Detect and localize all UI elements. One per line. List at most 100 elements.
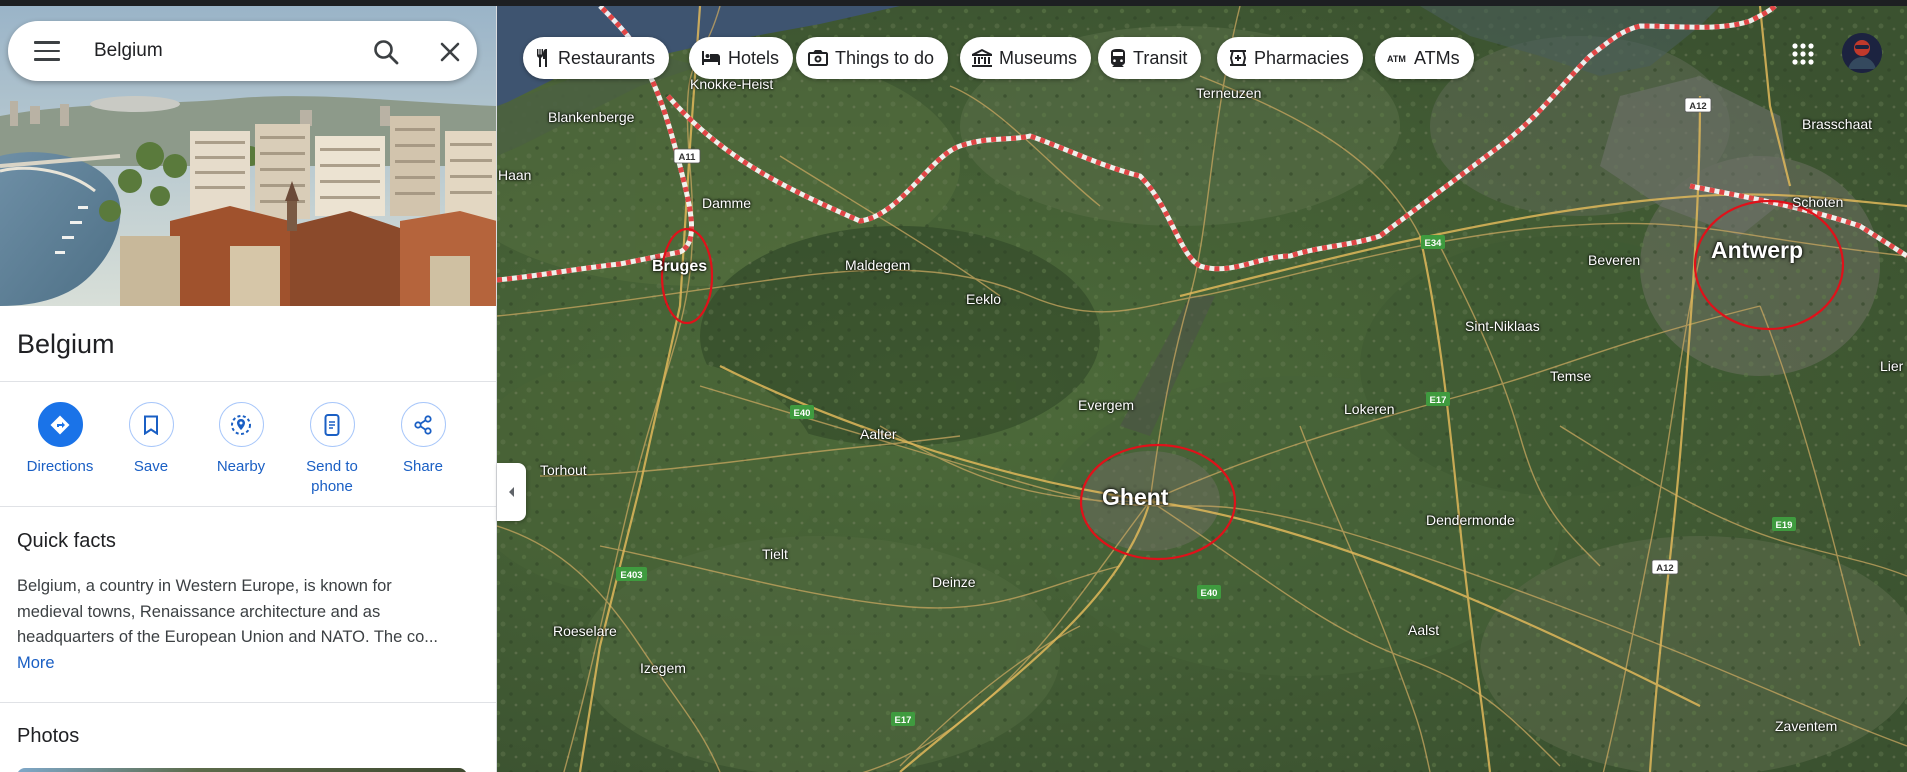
town-label[interactable]: Aalst: [1408, 622, 1439, 638]
chip-pharmacies[interactable]: Pharmacies: [1217, 37, 1364, 79]
chip-things-to-do[interactable]: Things to do: [796, 37, 949, 79]
photos-heading: Photos: [17, 725, 80, 747]
share-button[interactable]: Share: [377, 402, 469, 477]
svg-text:E17: E17: [895, 715, 912, 726]
town-label[interactable]: Blankenberge: [548, 109, 634, 125]
apps-grid-icon[interactable]: [1788, 39, 1818, 69]
chevron-left-icon: [508, 487, 514, 497]
nearby-button[interactable]: Nearby: [195, 402, 287, 477]
quick-facts-text: Belgium, a country in Western Europe, is…: [17, 574, 457, 676]
maps-app: A11 A12 E34 E40 E17 E19 E403 A12 E40 E17…: [0, 0, 1907, 772]
svg-text:E19: E19: [1776, 520, 1793, 531]
pharmacy-icon: [1230, 50, 1246, 66]
svg-text:E40: E40: [1201, 588, 1218, 599]
divider: [0, 381, 496, 382]
town-label[interactable]: Deinze: [932, 574, 976, 590]
action-label: Share: [402, 458, 444, 475]
place-title: Belgium: [17, 329, 115, 359]
send-to-phone-button[interactable]: Send to phone: [286, 402, 378, 497]
shield-e403: E403: [616, 567, 647, 581]
search-input[interactable]: Belgium: [94, 40, 163, 62]
save-button[interactable]: Save: [105, 402, 197, 477]
action-buttons: Directions Save Nearby Send to phone Sha…: [0, 402, 496, 512]
atm-icon: ATM: [1387, 54, 1406, 63]
town-label[interactable]: Damme: [702, 195, 751, 211]
town-label[interactable]: Eeklo: [966, 291, 1001, 307]
town-label[interactable]: Brasschaat: [1802, 116, 1872, 132]
town-label[interactable]: Aalter: [860, 426, 897, 442]
town-label[interactable]: Torhout: [540, 462, 587, 478]
town-label[interactable]: Roeselare: [553, 623, 617, 639]
directions-button[interactable]: Directions: [14, 402, 106, 477]
museum-icon: [972, 49, 992, 67]
city-label-bruges[interactable]: Bruges: [652, 258, 707, 276]
town-label[interactable]: Temse: [1550, 368, 1591, 384]
action-label: Nearby: [216, 458, 266, 475]
town-label[interactable]: Terneuzen: [1196, 85, 1261, 101]
shield-e19: E19: [1772, 517, 1796, 531]
photo-thumbnail[interactable]: [17, 768, 467, 772]
chip-label: Transit: [1133, 47, 1188, 68]
collapse-panel-button[interactable]: [497, 463, 526, 521]
chip-label: Museums: [999, 47, 1078, 68]
shield-a11: A11: [673, 148, 701, 164]
svg-text:E34: E34: [1425, 238, 1443, 249]
directions-icon: [37, 402, 83, 447]
town-label[interactable]: Schoten: [1792, 194, 1843, 210]
city-label-antwerp[interactable]: Antwerp: [1711, 237, 1803, 264]
town-label[interactable]: Beveren: [1588, 252, 1640, 268]
side-panel: Belgium Belgium Directions Save Nearby S…: [0, 6, 497, 772]
chip-hotels[interactable]: Hotels: [689, 37, 794, 79]
chip-label: Hotels: [728, 47, 780, 68]
search-icon[interactable]: [372, 38, 400, 66]
action-label: Send to phone: [306, 458, 358, 495]
search-box[interactable]: Belgium: [8, 21, 477, 81]
quick-facts-body: Belgium, a country in Western Europe, is…: [17, 577, 439, 646]
divider: [0, 702, 496, 703]
shield-e34: E34: [1421, 235, 1445, 249]
divider: [0, 506, 496, 507]
svg-text:A11: A11: [679, 152, 697, 163]
town-label[interactable]: Izegem: [640, 660, 686, 676]
town-label[interactable]: Zaventem: [1775, 718, 1837, 734]
shield-e17-b: E17: [891, 712, 915, 726]
action-label: Directions: [26, 458, 94, 475]
svg-text:E40: E40: [794, 408, 811, 419]
town-label[interactable]: Sint-Niklaas: [1465, 318, 1540, 334]
chip-label: Restaurants: [558, 47, 656, 68]
nearby-icon: [218, 402, 264, 447]
town-label[interactable]: Evergem: [1078, 397, 1134, 413]
chip-transit[interactable]: Transit: [1098, 37, 1202, 79]
menu-icon[interactable]: [34, 41, 60, 61]
chip-label: Things to do: [835, 47, 935, 68]
phone-icon: [309, 402, 355, 447]
svg-text:A12: A12: [1689, 101, 1706, 112]
more-link[interactable]: More: [17, 654, 55, 672]
action-label: Save: [133, 458, 169, 475]
town-label[interactable]: Dendermonde: [1426, 512, 1515, 528]
town-label[interactable]: Tielt: [762, 546, 788, 562]
city-label-ghent[interactable]: Ghent: [1102, 484, 1168, 511]
bookmark-icon: [128, 402, 174, 447]
town-label[interactable]: Lokeren: [1344, 401, 1395, 417]
chip-label: Pharmacies: [1254, 47, 1350, 68]
close-icon[interactable]: [436, 38, 464, 66]
fork-knife-icon: [537, 49, 547, 67]
chip-museums[interactable]: Museums: [960, 37, 1092, 79]
avatar[interactable]: [1842, 33, 1882, 73]
chip-restaurants[interactable]: Restaurants: [523, 37, 670, 79]
chip-atms[interactable]: ATM ATMs: [1375, 37, 1474, 79]
svg-text:A12: A12: [1656, 563, 1673, 574]
browser-top-strip: [0, 0, 1907, 6]
town-label[interactable]: Haan: [498, 167, 531, 183]
town-label[interactable]: Maldegem: [845, 257, 910, 273]
train-icon: [1111, 49, 1125, 67]
chip-label: ATMs: [1414, 47, 1460, 68]
shield-e40-b: E40: [1197, 585, 1221, 599]
share-icon: [400, 402, 446, 447]
town-label[interactable]: Lier: [1880, 358, 1903, 374]
camera-icon: [808, 50, 828, 66]
svg-text:E403: E403: [620, 570, 642, 581]
quick-facts-heading: Quick facts: [17, 530, 116, 552]
shield-a12: A12: [1684, 97, 1712, 113]
